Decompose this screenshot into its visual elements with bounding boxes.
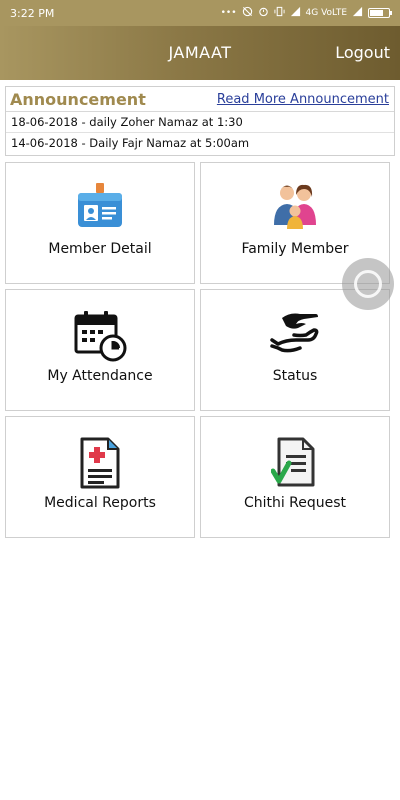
family-member-label: Family Member [241, 241, 349, 257]
signal-icon [290, 6, 301, 20]
calendar-clock-icon [6, 310, 194, 362]
hand-icon [201, 310, 389, 360]
status-label: Status [272, 368, 318, 384]
signal-icon [352, 6, 363, 20]
id-card-icon [6, 183, 194, 233]
alarm-icon [258, 6, 269, 20]
status-bar: 3:22 PM ••• 4G VoLTE [0, 0, 400, 26]
medical-reports-tile[interactable]: Medical Reports [5, 416, 195, 538]
announcement-header: Announcement Read More Announcement [6, 87, 394, 112]
battery-icon [368, 8, 392, 18]
ring-icon [354, 270, 382, 298]
announcement-item[interactable]: 18-06-2018 - daily Zoher Namaz at 1:30 [6, 112, 394, 133]
floating-assist-button[interactable] [342, 258, 394, 310]
medical-reports-label: Medical Reports [44, 495, 156, 511]
member-detail-tile[interactable]: Member Detail [5, 162, 195, 284]
document-check-icon [201, 437, 389, 487]
logout-button[interactable]: Logout [335, 43, 390, 62]
announcement-title: Announcement [10, 89, 146, 109]
read-more-announcement-link[interactable]: Read More Announcement [217, 92, 389, 107]
status-indicators: ••• 4G VoLTE [220, 6, 392, 20]
my-attendance-label: My Attendance [47, 368, 153, 384]
dots-icon: ••• [220, 8, 237, 18]
network-indicators: 4G VoLTE [305, 8, 347, 18]
my-attendance-tile[interactable]: My Attendance [5, 289, 195, 411]
status-time: 3:22 PM [10, 6, 55, 20]
announcement-item[interactable]: 14-06-2018 - Daily Fajr Namaz at 5:00am [6, 133, 394, 154]
announcement-panel: Announcement Read More Announcement 18-0… [5, 86, 395, 156]
chithi-request-tile[interactable]: Chithi Request [200, 416, 390, 538]
chithi-request-label: Chithi Request [243, 495, 347, 511]
mute-icon [242, 6, 253, 20]
member-detail-label: Member Detail [48, 241, 152, 257]
family-icon [201, 183, 389, 233]
vibrate-icon [273, 6, 285, 20]
app-bar: JAMAAT Logout [0, 26, 400, 80]
medical-report-icon [6, 437, 194, 489]
